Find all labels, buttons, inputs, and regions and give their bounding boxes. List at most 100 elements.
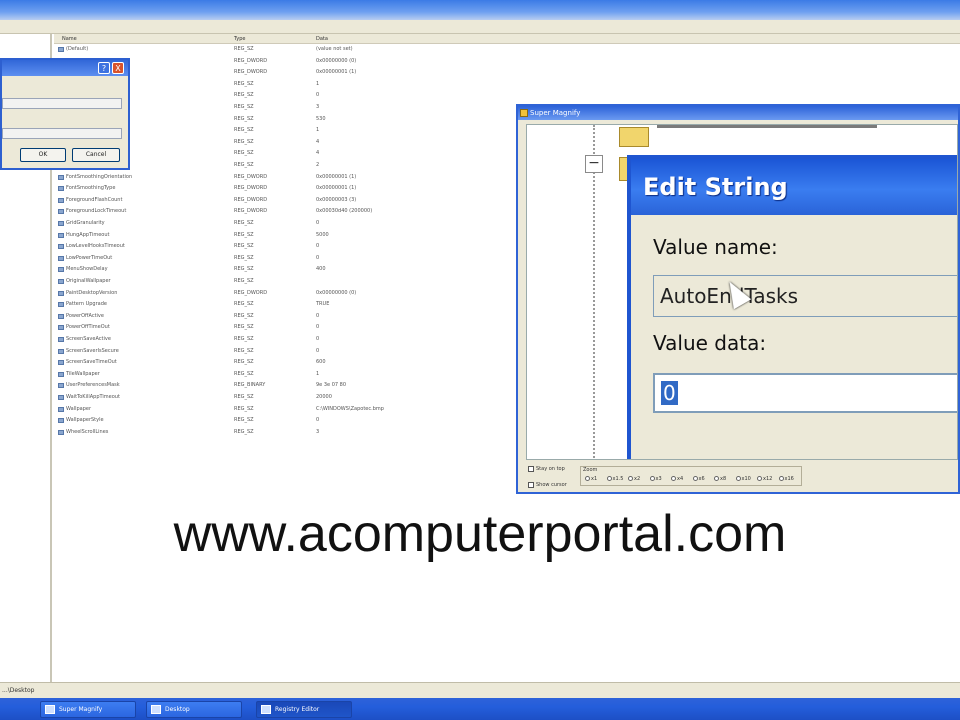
value-name-field[interactable]: AutoEndTasks [653,275,957,317]
value-type-cell: REG_DWORD [234,196,268,203]
zoom-option-radio[interactable]: x10 [735,476,751,482]
value-type-cell: REG_SZ [234,46,254,52]
edit-string-dialog: Edit String Value name: AutoEndTasks Val… [627,155,957,459]
small-dialog-field-2[interactable] [2,128,122,139]
value-data-cell: 20000 [316,394,332,400]
table-row[interactable]: REG_SZ 1 [58,81,938,89]
ok-button[interactable]: OK [20,148,66,162]
radio-icon [671,476,676,481]
registry-value-icon [58,348,64,354]
cancel-button[interactable]: Cancel [72,148,120,162]
table-row[interactable]: REG_DWORD 0x00000001 (1) [58,69,938,77]
value-data-cell: 0 [316,254,320,261]
registry-value-icon [58,313,64,319]
column-header-name[interactable]: Name [62,36,77,42]
tree-connector-line [593,125,595,459]
registry-value-icon [58,360,64,366]
value-type-cell: REG_SZ [234,312,254,319]
zoom-option-radio[interactable]: x2 [628,476,640,482]
show-cursor-checkbox[interactable] [528,482,534,488]
zoom-option-label: x12 [763,476,773,482]
value-type-cell: REG_SZ [234,336,254,342]
radio-icon [649,476,655,481]
value-type-cell: REG_SZ [234,162,254,168]
taskbar-button[interactable]: Desktop [146,701,242,718]
zoom-option-radio[interactable]: x6 [692,476,705,482]
value-name-cell: LowPowerTimeOut [66,254,113,261]
value-data-cell: 0 [316,220,320,226]
taskbar-button[interactable]: Registry Editor [256,701,352,718]
help-button[interactable]: ? [98,62,110,74]
value-name-cell: PowerOffTimeOut [66,324,110,331]
value-data-selected-text: 0 [661,381,678,405]
value-data-cell: 0 [316,243,320,250]
zoom-option-label: x16 [784,476,794,482]
zoom-option-radio[interactable]: x12 [757,476,772,482]
zoom-option-radio[interactable]: x3 [649,476,662,482]
value-name-label: Value name: [653,235,778,259]
value-name-cell: UserPreferencesMask [66,382,120,389]
window-title-bar [0,0,960,20]
value-name-cell: Pattern Upgrade [66,301,107,308]
value-data-cell: 600 [316,359,326,366]
value-data-input[interactable]: 0 [653,373,957,413]
value-type-cell: REG_SZ [234,150,254,157]
table-row[interactable]: (Default) REG_SZ (value not set) [58,46,938,54]
registry-value-icon [58,429,64,435]
value-data-cell: 0x00000000 (0) [316,57,357,64]
radio-icon [692,476,698,481]
show-cursor-label: Show cursor [536,482,567,488]
registry-value-icon [58,279,64,284]
value-type-cell: REG_SZ [234,370,254,377]
table-row[interactable]: REG_DWORD 0x00000000 (0) [58,58,938,66]
value-name-cell: GridGranularity [66,220,105,226]
value-type-cell: REG_SZ [234,104,254,110]
stay-on-top-checkbox[interactable] [528,466,534,472]
value-name-cell: WaitToKillAppTimeout [66,394,120,400]
value-data-cell: 0x00000000 (0) [316,289,357,296]
zoom-option-radio[interactable]: x1 [585,476,597,482]
value-data-cell: 1 [316,370,320,377]
zoom-group: Zoom x1 x1.5 x2 x3 x4 x6 x8 x10 x12 x16 [580,466,802,486]
zoom-option-label: x3 [655,476,662,482]
value-data-cell: 2 [316,162,320,168]
zoom-option-radio[interactable]: x4 [671,476,683,482]
zoom-option-label: x6 [698,476,705,482]
value-type-cell: REG_SZ [234,428,254,435]
zoom-option-label: x8 [720,476,727,482]
collapse-icon[interactable]: − [585,155,603,173]
registry-value-icon [58,371,64,377]
zoom-option-radio[interactable]: x8 [714,476,726,482]
taskbar-button[interactable]: Super Magnify [40,701,136,718]
taskbar-button-label: Registry Editor [275,706,320,713]
value-type-cell: REG_SZ [234,266,254,273]
magnify-app-icon [520,109,528,117]
registry-value-icon [58,186,64,192]
column-header-data[interactable]: Data [316,36,328,42]
value-data-cell: TRUE [316,301,330,308]
value-name-cell: ForegroundLockTimeout [66,208,127,215]
magnify-options: Stay on top Show cursor Zoom x1 x1.5 x2 x3 x… [526,464,956,492]
zoom-option-radio[interactable]: x16 [778,476,794,482]
small-dialog-field-1[interactable] [2,98,122,109]
value-data-cell: 0 [316,312,320,319]
value-name-cell: TileWallpaper [66,370,100,377]
stay-on-top-label: Stay on top [536,466,565,472]
registry-value-icon [58,290,64,296]
app-icon [151,705,161,714]
radio-icon [606,476,612,481]
zoom-option-radio[interactable]: x1.5 [606,476,623,482]
value-type-cell: REG_DWORD [234,289,268,296]
column-header-type[interactable]: Type [234,36,245,42]
value-data-cell: 0x00000003 (3) [316,196,357,203]
value-type-cell: REG_SZ [234,243,254,250]
value-data-cell: 4 [316,150,320,157]
value-type-cell: REG_SZ [234,394,254,400]
close-button[interactable]: X [112,62,124,74]
value-data-cell: 5000 [316,231,329,238]
value-data-label: Value data: [653,331,767,355]
value-data-cell: 1 [316,127,320,134]
value-type-cell: REG_SZ [234,278,254,284]
table-row[interactable]: REG_SZ 0 [58,92,938,100]
value-type-cell: REG_SZ [234,405,254,412]
